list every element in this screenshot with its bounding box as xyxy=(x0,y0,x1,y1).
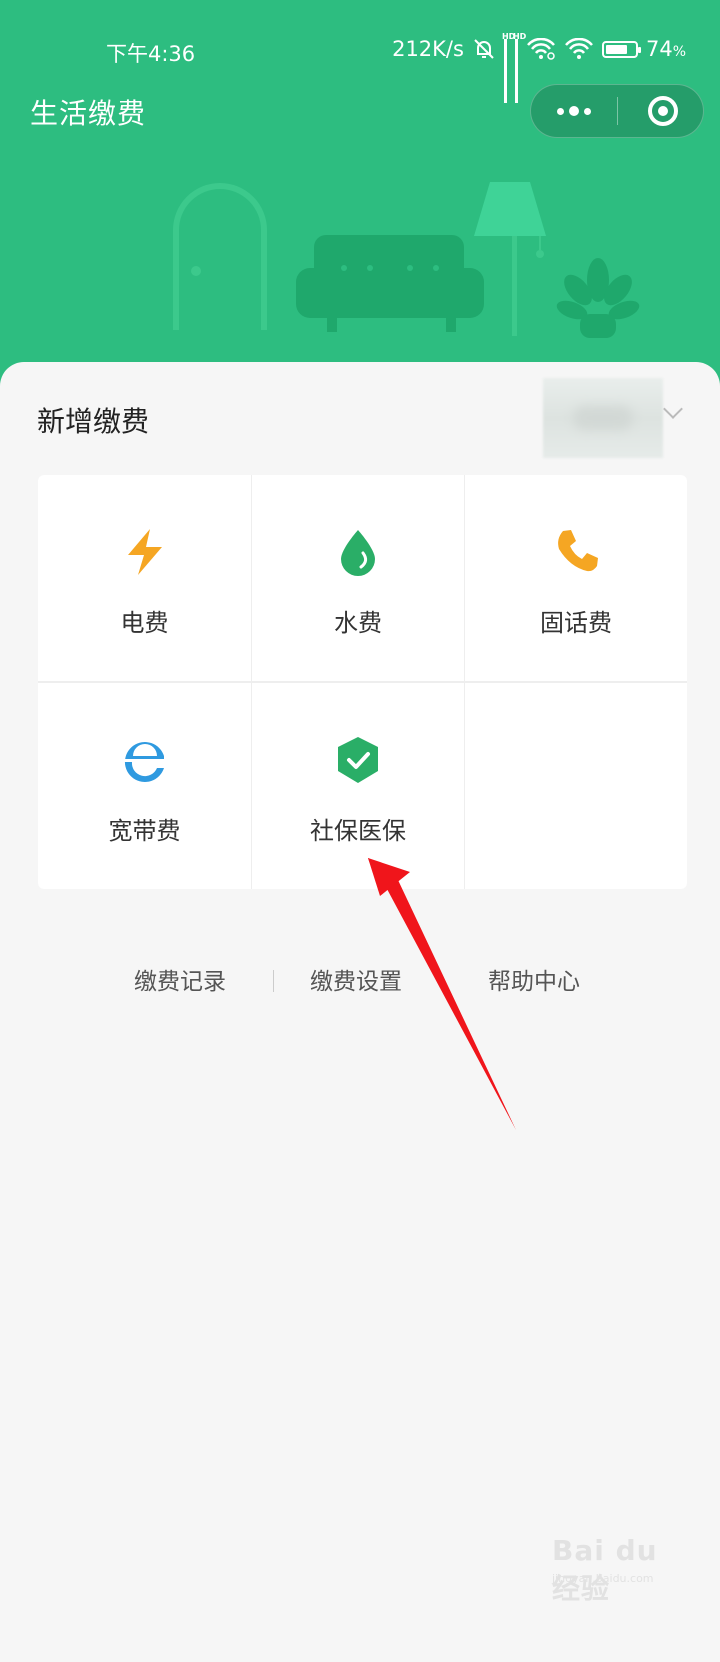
dot-icon xyxy=(557,107,564,115)
watermark-text: Bai du 经验 xyxy=(552,1534,658,1605)
help-center-link[interactable]: 帮助中心 xyxy=(488,962,580,996)
payment-item-electricity[interactable]: 电费 xyxy=(38,475,251,681)
payment-item-label: 电费 xyxy=(120,609,169,637)
mini-program-capsule xyxy=(530,84,704,138)
payment-item-label: 固话费 xyxy=(540,609,612,637)
link-divider xyxy=(273,970,274,992)
lightning-icon xyxy=(127,529,162,575)
more-menu-button[interactable] xyxy=(531,85,617,137)
baidu-watermark: Bai du 经验 jingyan.baidu.com xyxy=(552,1526,692,1605)
payment-grid: 电费 水费 固话费 宽带费 社保医保 xyxy=(38,475,687,889)
signal-2-icon: HD xyxy=(513,32,526,103)
chevron-down-icon[interactable] xyxy=(663,399,683,419)
shield-check-icon xyxy=(338,737,378,783)
living-room-illustration xyxy=(173,182,640,338)
payment-item-water[interactable]: 水费 xyxy=(252,475,464,681)
content-sheet: 新增缴费 电费 水费 固话费 宽带费 社保医保 缴费记录 缴费设置 帮助中心 xyxy=(0,362,720,1662)
dot-icon xyxy=(584,107,591,115)
broadband-e-icon xyxy=(119,742,170,782)
mute-bell-icon xyxy=(474,39,494,59)
status-time: 下午4:36 xyxy=(106,42,196,66)
payment-item-social-insurance[interactable]: 社保医保 xyxy=(252,683,464,889)
status-bar: 下午4:36 212K/s HD HD 74% xyxy=(0,28,720,103)
account-selector[interactable] xyxy=(543,378,663,458)
payment-settings-link[interactable]: 缴费设置 xyxy=(310,962,402,996)
payment-item-label: 宽带费 xyxy=(108,817,181,845)
wifi-link-icon xyxy=(526,38,555,60)
section-title: 新增缴费 xyxy=(37,405,150,438)
water-drop-icon xyxy=(341,530,375,576)
watermark-sub: jingyan.baidu.com xyxy=(552,1572,654,1585)
wifi-icon xyxy=(564,38,593,59)
header: 下午4:36 212K/s HD HD 74% 生活缴费 xyxy=(0,0,720,400)
status-icons: 212K/s HD HD 74% xyxy=(392,32,686,103)
payment-item-label: 社保医保 xyxy=(310,817,406,845)
net-speed: 212K/s xyxy=(392,37,464,61)
page-title: 生活缴费 xyxy=(30,97,147,130)
footer-links: 缴费记录 缴费设置 帮助中心 xyxy=(0,962,720,1002)
capsule-divider xyxy=(617,97,618,125)
empty-cell xyxy=(465,683,687,889)
payment-item-label: 水费 xyxy=(334,609,382,637)
signal-1-icon: HD xyxy=(502,32,515,103)
payment-item-landline[interactable]: 固话费 xyxy=(465,475,687,681)
phone-icon xyxy=(558,530,598,572)
battery-icon xyxy=(601,40,641,58)
close-mini-program-button[interactable] xyxy=(648,96,678,126)
dot-icon xyxy=(569,106,579,116)
payment-item-broadband[interactable]: 宽带费 xyxy=(38,683,251,889)
payment-records-link[interactable]: 缴费记录 xyxy=(134,962,226,996)
battery-percent: 74% xyxy=(645,37,686,61)
